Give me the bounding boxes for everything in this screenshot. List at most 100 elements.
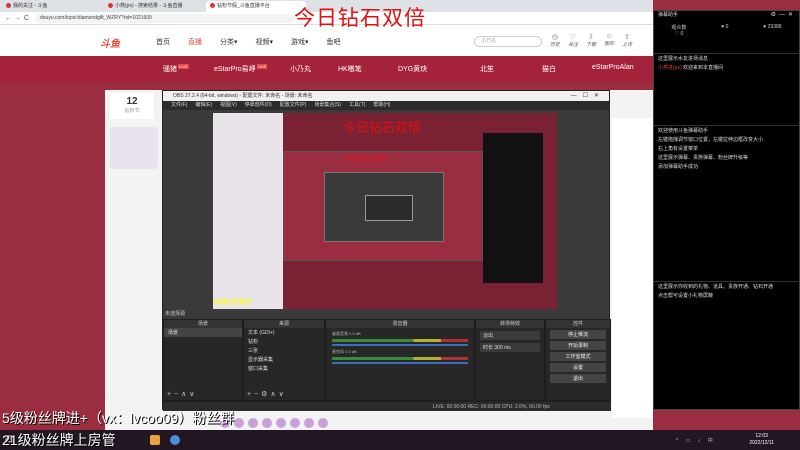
heart-icon: ♡ [569, 34, 577, 41]
mixer-dock: 混音器 桌面音频 0.0 dB 麦克风 0.0 dB [325, 319, 475, 401]
menu-profile[interactable]: 配置文件(P) [280, 101, 307, 110]
follow-label: 关注 [568, 42, 579, 48]
scenes-toolbar[interactable]: +−∧∨ [167, 390, 197, 398]
streamer-link[interactable]: eStarPro易崢 LIVE [214, 64, 268, 74]
follow-link[interactable]: ♡ 关注 [568, 33, 578, 48]
source-item[interactable]: 钻粉 [244, 337, 324, 346]
overlay-caption-room-admin: 21级粉丝牌上房管 [2, 432, 116, 448]
nav-video[interactable]: 视频▾ [256, 37, 274, 47]
browser-tab-active[interactable]: 钻粉节假_斗鱼直播平台 [206, 1, 306, 12]
streamer-link[interactable]: 猫白 [542, 64, 556, 74]
source-item[interactable]: 窗口采集 [244, 364, 324, 373]
live-badge: LIVE [178, 64, 189, 69]
clock[interactable]: 12:03 2022/12/11 [749, 433, 774, 447]
avatar[interactable] [110, 127, 158, 169]
sources-toolbar[interactable]: +−⚙∧∨ [247, 390, 287, 398]
menu-view[interactable]: 视图(V) [220, 101, 237, 110]
settings-button[interactable]: 设置 [550, 363, 606, 372]
menu-docks[interactable]: 停靠部件(D) [245, 101, 272, 110]
gift-section: 这里展示你收到的礼物、道具、贵族开通、钻石开通 点击帮可设置小礼物屏蔽 [654, 281, 800, 302]
menu-file[interactable]: 文件(F) [171, 101, 187, 110]
studio-mode-button[interactable]: 工作室模式 [550, 352, 606, 361]
scene-item[interactable]: 场景 [164, 328, 242, 337]
back-button[interactable]: ← [4, 15, 13, 22]
history-label: 历史 [550, 42, 561, 48]
streamer-link[interactable]: HK嗷笔 [338, 64, 362, 74]
gift-icon[interactable] [262, 418, 272, 428]
stop-streaming-button[interactable]: 停止推流 [550, 330, 606, 339]
nav-category[interactable]: 分类▾ [220, 37, 238, 47]
download-link[interactable]: ⇩ 下载 [586, 33, 596, 48]
browser-tab[interactable]: 我的关注 - 斗鱼 [2, 1, 102, 12]
source-item[interactable]: 三张 [244, 346, 324, 355]
streamer-link[interactable]: 北笙 [480, 64, 494, 74]
obs-preview[interactable]: 今日钻石双倍 今日钻石双倍 5级粉丝牌进 [213, 113, 557, 309]
folder-icon[interactable] [150, 435, 160, 445]
streamer-link[interactable]: eStarProAlan [592, 64, 634, 71]
window-controls[interactable]: —☐✕ [571, 91, 605, 101]
search-input[interactable]: 小乃丸 [474, 36, 542, 47]
room-card[interactable]: 12 钻粉节 [110, 93, 154, 119]
nav-yuba[interactable]: 鱼吧 [327, 37, 341, 47]
gift-icon[interactable] [248, 418, 258, 428]
volume-slider[interactable] [332, 362, 468, 364]
heart-icon: ♥ [763, 24, 767, 30]
volume-slider[interactable] [332, 344, 468, 346]
help-line: 添加弹幕助手成功 [658, 164, 699, 170]
room-number: 12 [126, 96, 138, 107]
download-icon: ⇩ [588, 34, 594, 41]
sources-header: 来源 [244, 320, 324, 328]
gift-icon[interactable] [318, 418, 328, 428]
nested-preview-2 [324, 172, 444, 242]
streamer-name: DYG黄玦 [398, 66, 428, 73]
mine-link[interactable]: ☺ 我的 [604, 33, 614, 48]
scenes-header: 场景 [164, 320, 242, 328]
streamer-link[interactable]: DYG黄玦 [398, 64, 427, 74]
history-link[interactable]: ◷ 历史 [550, 33, 560, 48]
stat-diamonds: ♥ 29388 [763, 24, 781, 37]
obs-window: OBS 27.2.4 (64-bit, windows) - 配置文件: 未命名… [162, 90, 611, 411]
obs-docks: 未选择源 场景 场景 +−∧∨ 来源 文本 (GDI+) 钻粉 三张 显示器采集… [163, 311, 611, 411]
menu-edit[interactable]: 编辑(E) [195, 101, 212, 110]
upload-link[interactable]: ⇧ 上传 [622, 33, 632, 48]
helper-window-controls[interactable]: ⚙—✕ [771, 11, 796, 20]
chrome-icon[interactable] [170, 435, 180, 445]
reload-button[interactable]: C [22, 15, 31, 22]
nav-game[interactable]: 游戏▾ [291, 37, 309, 47]
streamer-link[interactable]: 小乃丸 [290, 64, 311, 74]
obs-title-text: OBS 27.2.4 (64-bit, windows) - 配置文件: 未命名… [173, 93, 313, 99]
transition-select[interactable]: 淡出 [480, 331, 540, 340]
url-field[interactable]: douyu.com/topic/diamondgift_WZRY?rid=102… [35, 13, 295, 23]
menu-scene-collection[interactable]: 场景集合(S) [314, 101, 341, 110]
source-item[interactable]: 文本 (GDI+) [244, 328, 324, 337]
upload-label: 上传 [622, 42, 633, 48]
streamer-name: 北笙 [480, 66, 494, 73]
transition-duration[interactable]: 时长 300 ms [480, 343, 540, 352]
duration-value: 300 ms [494, 345, 511, 351]
helper-titlebar: 弹幕助手 ⚙—✕ [654, 11, 799, 20]
gift-icon[interactable] [290, 418, 300, 428]
exit-button[interactable]: 退出 [550, 374, 606, 383]
menu-tools[interactable]: 工具(T) [349, 101, 365, 110]
gift-strip [220, 418, 640, 430]
help-line: 右上角有设置菜单 [658, 146, 699, 152]
scenes-dock: 场景 场景 +−∧∨ [163, 319, 243, 401]
nav-home[interactable]: 首页 [156, 37, 170, 47]
menu-help[interactable]: 帮助(H) [373, 101, 390, 110]
gift-icon[interactable] [276, 418, 286, 428]
tab-label: 钻粉节假_斗鱼直播平台 [217, 3, 270, 9]
welcome-user: 小燕进(ps) [658, 65, 682, 71]
nav-live[interactable]: 直播 [188, 37, 202, 47]
douyu-logo[interactable]: 斗鱼 [100, 35, 120, 50]
welcome-message: 小燕进(ps) 欢迎来到本直播间 [658, 65, 797, 72]
browser-tab[interactable]: 小燕(ps) - 搜索结果 - 斗鱼直播 [104, 1, 204, 12]
system-tray[interactable]: ^ ▭ ♪ 中 [676, 437, 716, 444]
start-recording-button[interactable]: 开始录制 [550, 341, 606, 350]
source-item[interactable]: 显示器采集 [244, 355, 324, 364]
streamer-link[interactable]: 骚猪 LIVE [163, 64, 189, 74]
gift-icon[interactable] [304, 418, 314, 428]
forward-button[interactable]: → [13, 15, 22, 22]
gift-icon[interactable] [234, 418, 244, 428]
streamer-name: eStarPro易崢 [214, 66, 256, 73]
welcome-text: 欢迎来到本直播间 [683, 65, 724, 71]
